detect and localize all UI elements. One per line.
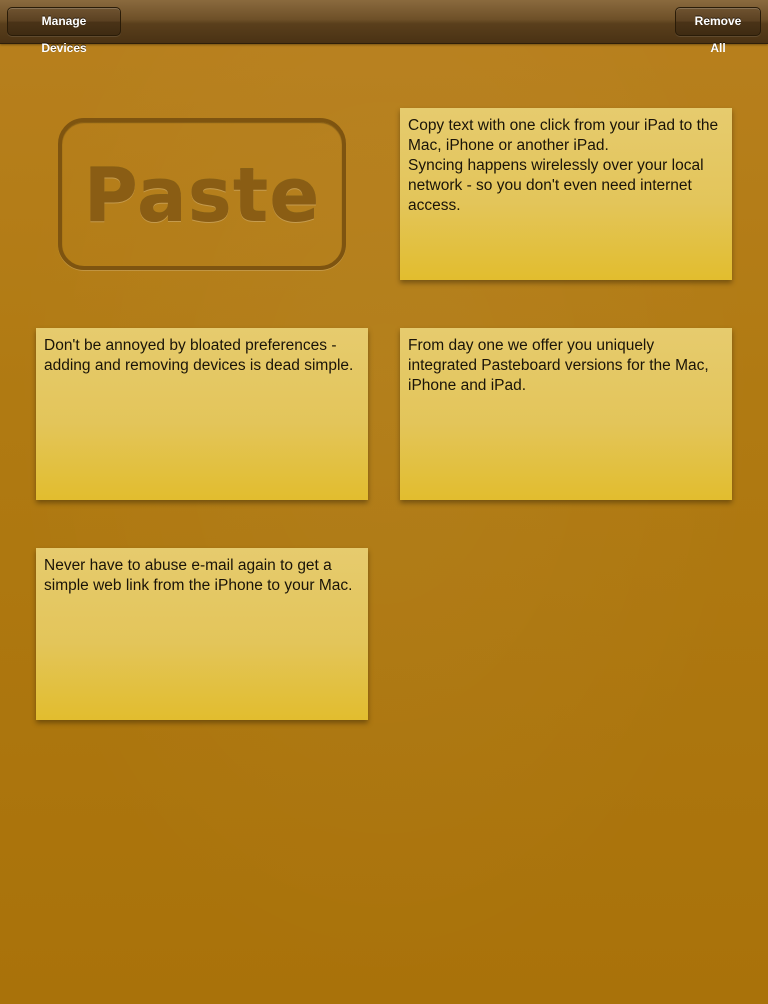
manage-devices-button[interactable]: Manage Devices	[7, 7, 121, 55]
paste-logo: Paste	[58, 118, 346, 270]
remove-all-button[interactable]: Remove All	[675, 7, 761, 55]
note-text: From day one we offer you uniquely integ…	[408, 337, 709, 394]
note-text: Copy text with one click from your iPad …	[408, 117, 719, 214]
note-card[interactable]: Copy text with one click from your iPad …	[400, 108, 732, 280]
paste-logo-text: Paste	[83, 153, 321, 239]
note-text: Don't be annoyed by bloated preferences …	[44, 337, 354, 374]
note-text: Never have to abuse e-mail again to get …	[44, 557, 353, 594]
note-card[interactable]: From day one we offer you uniquely integ…	[400, 328, 732, 500]
note-card[interactable]: Don't be annoyed by bloated preferences …	[36, 328, 368, 500]
top-toolbar: Manage Devices Remove All	[0, 0, 768, 55]
note-card[interactable]: Never have to abuse e-mail again to get …	[36, 548, 368, 720]
